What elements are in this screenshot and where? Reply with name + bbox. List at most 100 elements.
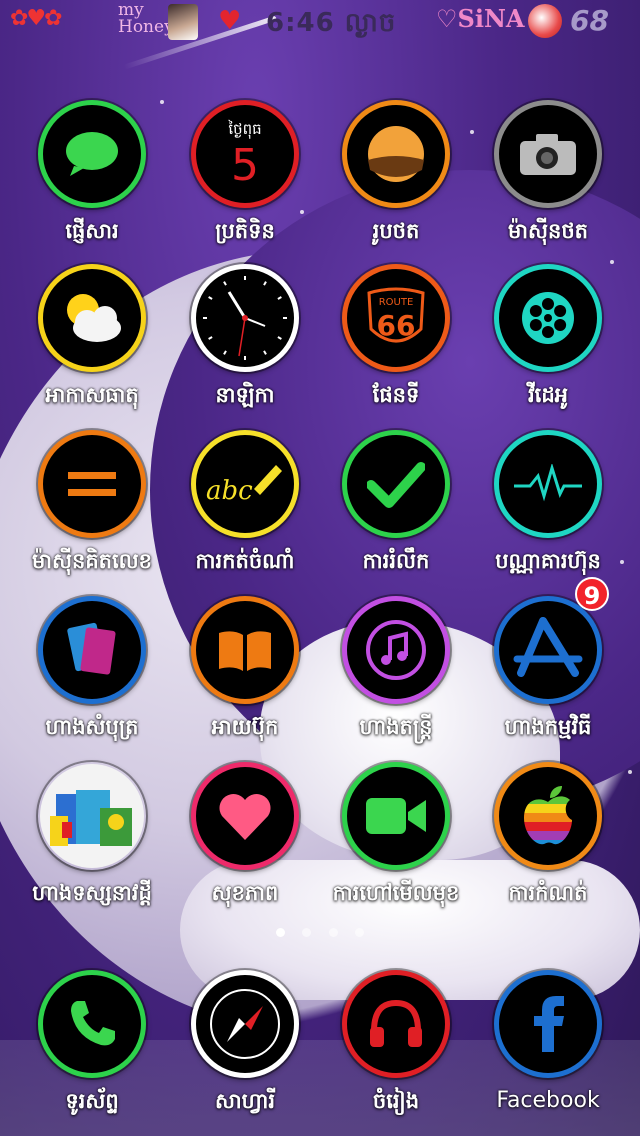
app-label: ផ្ញើសារ: [65, 219, 119, 243]
page-dot[interactable]: [302, 928, 312, 937]
svg-text:abc: abc: [206, 476, 253, 506]
robot-icon: [528, 4, 562, 38]
app-icon-calendar[interactable]: ថ្ងៃពុធ 5 ប្រតិទិន: [170, 100, 320, 249]
app-label: បណ្ណាគារហ៊ុន: [495, 549, 601, 573]
my-honey-sticker: my Honey: [118, 0, 174, 37]
headphones-icon: [347, 975, 445, 1073]
app-label: សាហ្វារី: [215, 1089, 275, 1113]
app-icon-ring[interactable]: [494, 100, 602, 208]
app-label: អាកាសធាតុ: [45, 383, 139, 407]
app-icon-clock[interactable]: នាឡិកា: [170, 264, 320, 413]
app-icon-facebook[interactable]: Facebook: [473, 970, 623, 1113]
battery-level: 68: [570, 4, 609, 37]
page-dot[interactable]: [276, 928, 286, 937]
app-icon-ring[interactable]: [494, 430, 602, 538]
svg-text:66: 66: [377, 309, 416, 342]
app-icon-ring[interactable]: [191, 762, 299, 870]
calendar-icon: ថ្ងៃពុធ 5: [196, 105, 294, 203]
app-icon-ring[interactable]: [191, 264, 299, 372]
app-icon-camera[interactable]: ម៉ាស៊ីនថត: [473, 100, 623, 249]
app-icon-music[interactable]: ហាងតន្ត្រី: [321, 596, 471, 745]
app-icon-headphones[interactable]: ចំរៀង: [321, 970, 471, 1119]
app-label: ប្រតិទិន: [215, 219, 275, 243]
message-icon: [43, 105, 141, 203]
wallet-icon: [43, 601, 141, 699]
app-icon-ring[interactable]: ថ្ងៃពុធ 5: [191, 100, 299, 208]
app-icon-maps[interactable]: ROUTE 66 ផែនទី: [321, 264, 471, 413]
app-icon-stocks[interactable]: បណ្ណាគារហ៊ុន: [473, 430, 623, 579]
app-icon-ring[interactable]: [38, 596, 146, 704]
app-icon-ring[interactable]: [342, 970, 450, 1078]
app-label: ទូរស័ព្ទ: [65, 1089, 119, 1113]
svg-text:5: 5: [231, 140, 259, 191]
app-icon-video-reel[interactable]: វីដេអូ: [473, 264, 623, 413]
app-icon-reminders[interactable]: ការរំលឹក: [321, 430, 471, 579]
app-icon-phone[interactable]: ទូរស័ព្ទ: [17, 970, 167, 1119]
weather-icon: [43, 269, 141, 367]
app-label: ម៉ាស៊ីនគិតលេខ: [32, 549, 152, 573]
app-icon-ring[interactable]: [38, 264, 146, 372]
app-label: ហាងទស្សនាវដ្តី: [32, 881, 152, 905]
flowers-icon: ✿♥✿: [10, 6, 63, 31]
app-icon-ring[interactable]: [38, 762, 146, 870]
facebook-icon: [499, 975, 597, 1073]
app-icon-facetime[interactable]: ការហៅមើលមុខ: [321, 762, 471, 911]
maps-icon: ROUTE 66: [347, 269, 445, 367]
app-label: រូបថត: [372, 219, 420, 243]
app-store-icon: [499, 601, 597, 699]
app-label: ហាងសំបុត្រ: [45, 715, 139, 739]
clock-icon: [196, 269, 294, 367]
app-icon-photos[interactable]: រូបថត: [321, 100, 471, 249]
stocks-icon: [499, 435, 597, 533]
camera-icon: [499, 105, 597, 203]
app-label: ការរំលឹក: [362, 549, 430, 573]
music-icon: [347, 601, 445, 699]
app-icon-apple[interactable]: ការកំណត់: [473, 762, 623, 911]
app-icon-ring[interactable]: ROUTE 66: [342, 264, 450, 372]
app-icon-health[interactable]: សុខភាព: [170, 762, 320, 911]
avatar: [168, 4, 198, 40]
compass-icon: [196, 975, 294, 1073]
app-icon-ring[interactable]: [191, 970, 299, 1078]
app-label: អាយប៊ុក: [211, 715, 279, 739]
app-label: Facebook: [496, 1088, 600, 1113]
page-indicator[interactable]: [0, 922, 640, 941]
app-icon-ring[interactable]: [38, 970, 146, 1078]
app-icon-ring[interactable]: [342, 762, 450, 870]
app-icon-ring[interactable]: [494, 970, 602, 1078]
page-dot[interactable]: [354, 928, 364, 937]
app-label: ការកំណត់: [508, 881, 588, 905]
app-icon-notes[interactable]: abc ការកត់ចំណាំ: [170, 430, 320, 579]
app-icon-app-store[interactable]: 9 ហាងកម្មវិធី: [473, 577, 623, 745]
app-icon-compass[interactable]: សាហ្វារី: [170, 970, 320, 1119]
app-label: នាឡិកា: [215, 383, 275, 407]
app-icon-message[interactable]: ផ្ញើសារ: [17, 100, 167, 249]
app-label: ផែនទី: [372, 383, 420, 407]
app-icon-newsstand[interactable]: ហាងទស្សនាវដ្តី: [17, 762, 167, 911]
heart-icon: ♥: [218, 6, 242, 36]
app-icon-ring[interactable]: [38, 430, 146, 538]
app-icon-ring[interactable]: [494, 762, 602, 870]
app-icon-calculator[interactable]: ម៉ាស៊ីនគិតលេខ: [17, 430, 167, 579]
carrier-name: ♡SiNA: [436, 4, 525, 33]
app-icon-ring[interactable]: [342, 430, 450, 538]
video-reel-icon: [499, 269, 597, 367]
phone-icon: [43, 975, 141, 1073]
app-icon-weather[interactable]: អាកាសធាតុ: [17, 264, 167, 413]
svg-text:ថ្ងៃពុធ: ថ្ងៃពុធ: [227, 119, 261, 139]
page-dot[interactable]: [328, 928, 338, 937]
status-time: 6:46 ល្ងាច: [266, 8, 397, 38]
app-icon-ring[interactable]: [191, 596, 299, 704]
app-icon-ring[interactable]: [342, 596, 450, 704]
svg-text:ROUTE: ROUTE: [379, 297, 414, 308]
app-icon-ring[interactable]: [38, 100, 146, 208]
app-icon-ring[interactable]: [342, 100, 450, 208]
app-icon-ring[interactable]: abc: [191, 430, 299, 538]
app-label: សុខភាព: [211, 881, 279, 905]
app-icon-wallet[interactable]: ហាងសំបុត្រ: [17, 596, 167, 745]
app-icon-ring[interactable]: 9: [494, 577, 609, 704]
app-icon-ring[interactable]: [494, 264, 602, 372]
app-label: ម៉ាស៊ីនថត: [508, 219, 588, 243]
app-icon-ibooks[interactable]: អាយប៊ុក: [170, 596, 320, 745]
app-label: ការហៅមើលមុខ: [332, 881, 460, 905]
